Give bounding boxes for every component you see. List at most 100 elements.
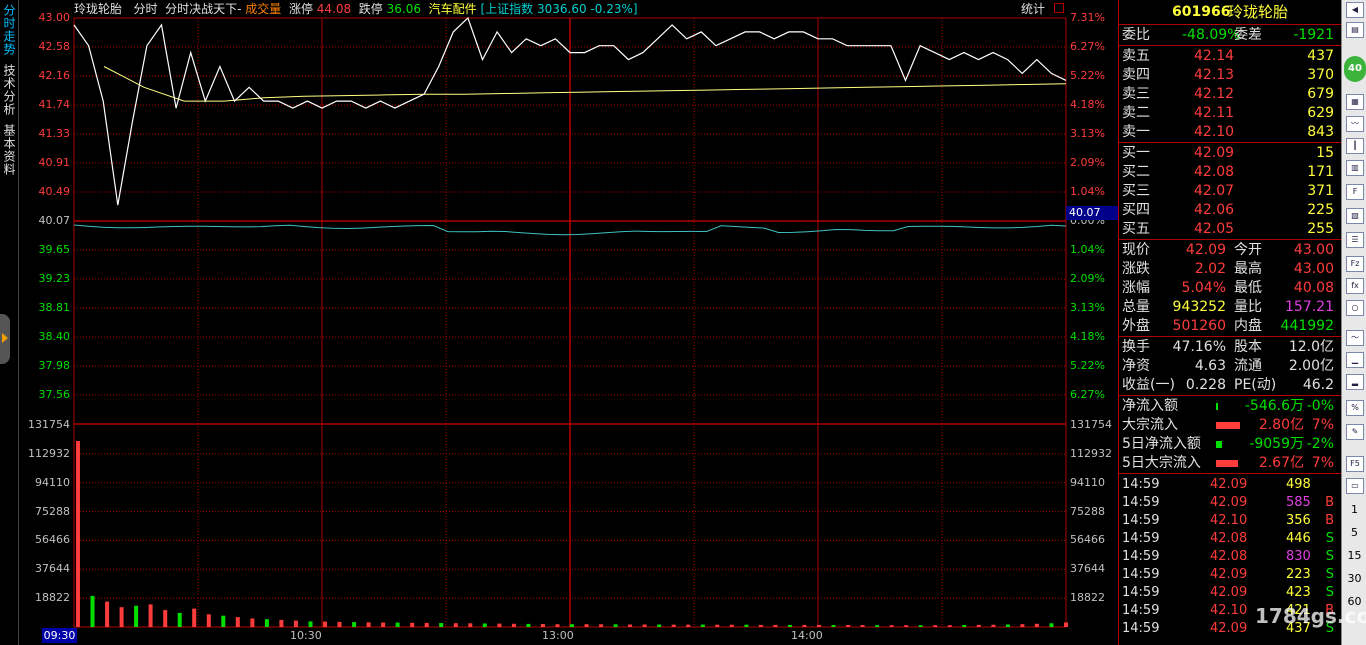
tick-price: 42.09: [1210, 477, 1248, 492]
quote-value: 2.02: [1194, 261, 1226, 277]
flow-label: 净流入额: [1122, 398, 1178, 414]
volume-bar: [250, 618, 255, 627]
page-icon[interactable]: ▤: [1346, 22, 1364, 38]
volume-bar: [264, 619, 269, 627]
volume-bar: [846, 625, 851, 627]
fund-row: 净资 4.63 流通 2.00亿: [1122, 357, 1338, 376]
pct-tick-label: 6.27%: [1070, 40, 1105, 53]
fz-icon[interactable]: Fz: [1346, 256, 1364, 272]
price-tick-label: 37.56: [38, 388, 71, 401]
period-15[interactable]: 15: [1342, 549, 1366, 562]
tick-time: 14:59: [1122, 477, 1160, 492]
volume-bar: [773, 624, 778, 627]
tick-price: 42.08: [1210, 549, 1248, 564]
price-tick-label: 39.23: [38, 272, 71, 285]
window-icon[interactable]: ▭: [1346, 478, 1364, 494]
volume-tick-label: 112932: [28, 446, 70, 460]
volume-tick-label-right: 94110: [1070, 475, 1105, 489]
pct-tick-label: 6.27%: [1070, 388, 1105, 401]
bid-label: 买一: [1122, 145, 1150, 161]
flow-row: 5日净流入额 -9059万 -2%: [1122, 435, 1338, 454]
volume-bar: [163, 610, 168, 627]
tick-side: S: [1325, 585, 1334, 600]
tick-side: B: [1325, 513, 1334, 528]
bid-volume: 15: [1316, 145, 1334, 161]
volume-bar: [889, 625, 894, 627]
quote-row: 现价 42.09 今开 43.00: [1122, 241, 1338, 260]
tick-price: 42.09: [1210, 567, 1248, 582]
ask-price: 42.11: [1194, 105, 1235, 121]
period-5[interactable]: 5: [1342, 526, 1366, 539]
quote-value: 43.00: [1293, 242, 1334, 258]
back-icon[interactable]: ◀: [1346, 2, 1364, 18]
volume-bar: [497, 623, 502, 627]
fund-label: 收益(一): [1122, 377, 1175, 393]
fund-label: 股本: [1234, 339, 1262, 355]
pct-tick-label: 1.04%: [1070, 185, 1105, 198]
fund-label: PE(动): [1234, 377, 1277, 393]
price-tick-label: 42.16: [38, 69, 71, 82]
weibi-label: 委比: [1122, 27, 1150, 43]
volume-tick-label: 75288: [35, 504, 70, 518]
bid-row: 买五 42.05 255: [1122, 220, 1338, 239]
list-icon[interactable]: ☰: [1346, 232, 1364, 248]
ask-label: 卖一: [1122, 124, 1150, 140]
badge-icon[interactable]: 40: [1344, 56, 1366, 82]
intraday-chart[interactable]: [0, 0, 1118, 645]
price-tick-label: 38.40: [38, 330, 71, 343]
flow-value: -546.6万: [1244, 398, 1304, 414]
fund-value: 0.228: [1185, 377, 1226, 393]
tick-row: 14:59 42.09 585 B: [1122, 493, 1338, 512]
trend-icon[interactable]: 〰: [1346, 116, 1364, 132]
calendar-icon[interactable]: ▦: [1346, 94, 1364, 110]
search-icon[interactable]: ○: [1346, 300, 1364, 316]
quote-row: 总量 943252 量比 157.21: [1122, 298, 1338, 317]
tick-time: 14:59: [1122, 567, 1160, 582]
period-1[interactable]: 1: [1342, 503, 1366, 516]
ask-row: 卖四 42.13 370: [1122, 66, 1338, 85]
tick-price: 42.10: [1210, 513, 1248, 528]
flow-bar: [1216, 403, 1218, 410]
volume-bar: [540, 624, 545, 627]
ask-volume: 370: [1307, 67, 1334, 83]
tick-volume: 498: [1286, 477, 1311, 492]
fx-icon[interactable]: fx: [1346, 278, 1364, 294]
ask-label: 卖二: [1122, 105, 1150, 121]
volume-tick-label: 18822: [35, 591, 70, 605]
chart-icon[interactable]: ▥: [1346, 160, 1364, 176]
volume-bar: [90, 595, 95, 627]
volume-bar: [192, 608, 197, 627]
volume-bar: [831, 625, 836, 627]
quote-value: 40.08: [1293, 280, 1334, 296]
volume-bar: [962, 625, 967, 627]
volume-bar: [787, 624, 792, 627]
f10-icon[interactable]: F: [1346, 184, 1364, 200]
volume-bar: [555, 624, 560, 627]
draw-icon[interactable]: ✎: [1346, 424, 1364, 440]
flow-value: -9059万: [1249, 436, 1304, 452]
stat-icon[interactable]: ▂: [1346, 374, 1364, 390]
time-label-0930: 09:30: [42, 628, 77, 643]
tick-row: 14:59 42.09 498: [1122, 475, 1338, 494]
volume-bar: [700, 624, 705, 627]
kline-icon[interactable]: ┃: [1346, 138, 1364, 154]
bid-price: 42.06: [1194, 202, 1235, 218]
f5-icon[interactable]: F5: [1346, 456, 1364, 472]
tick-volume: 830: [1286, 549, 1311, 564]
percent-icon[interactable]: %: [1346, 400, 1364, 416]
grid-icon[interactable]: ▧: [1346, 208, 1364, 224]
volume-bar: [1064, 622, 1068, 627]
tick-time: 14:59: [1122, 585, 1160, 600]
volume-bar: [947, 625, 952, 627]
price-tick-label: 39.65: [38, 243, 71, 256]
period-30[interactable]: 30: [1342, 572, 1366, 585]
price-tick-label: 41.74: [38, 98, 71, 111]
pct-tick-label: 2.09%: [1070, 156, 1105, 169]
bars-icon[interactable]: ▁: [1346, 352, 1364, 368]
tick-volume: 223: [1286, 567, 1311, 582]
quote-value: 5.04%: [1181, 280, 1226, 296]
wave-icon[interactable]: 〜: [1346, 330, 1364, 346]
volume-bar: [715, 624, 720, 627]
bid-volume: 225: [1307, 202, 1334, 218]
bid-label: 买五: [1122, 221, 1150, 237]
